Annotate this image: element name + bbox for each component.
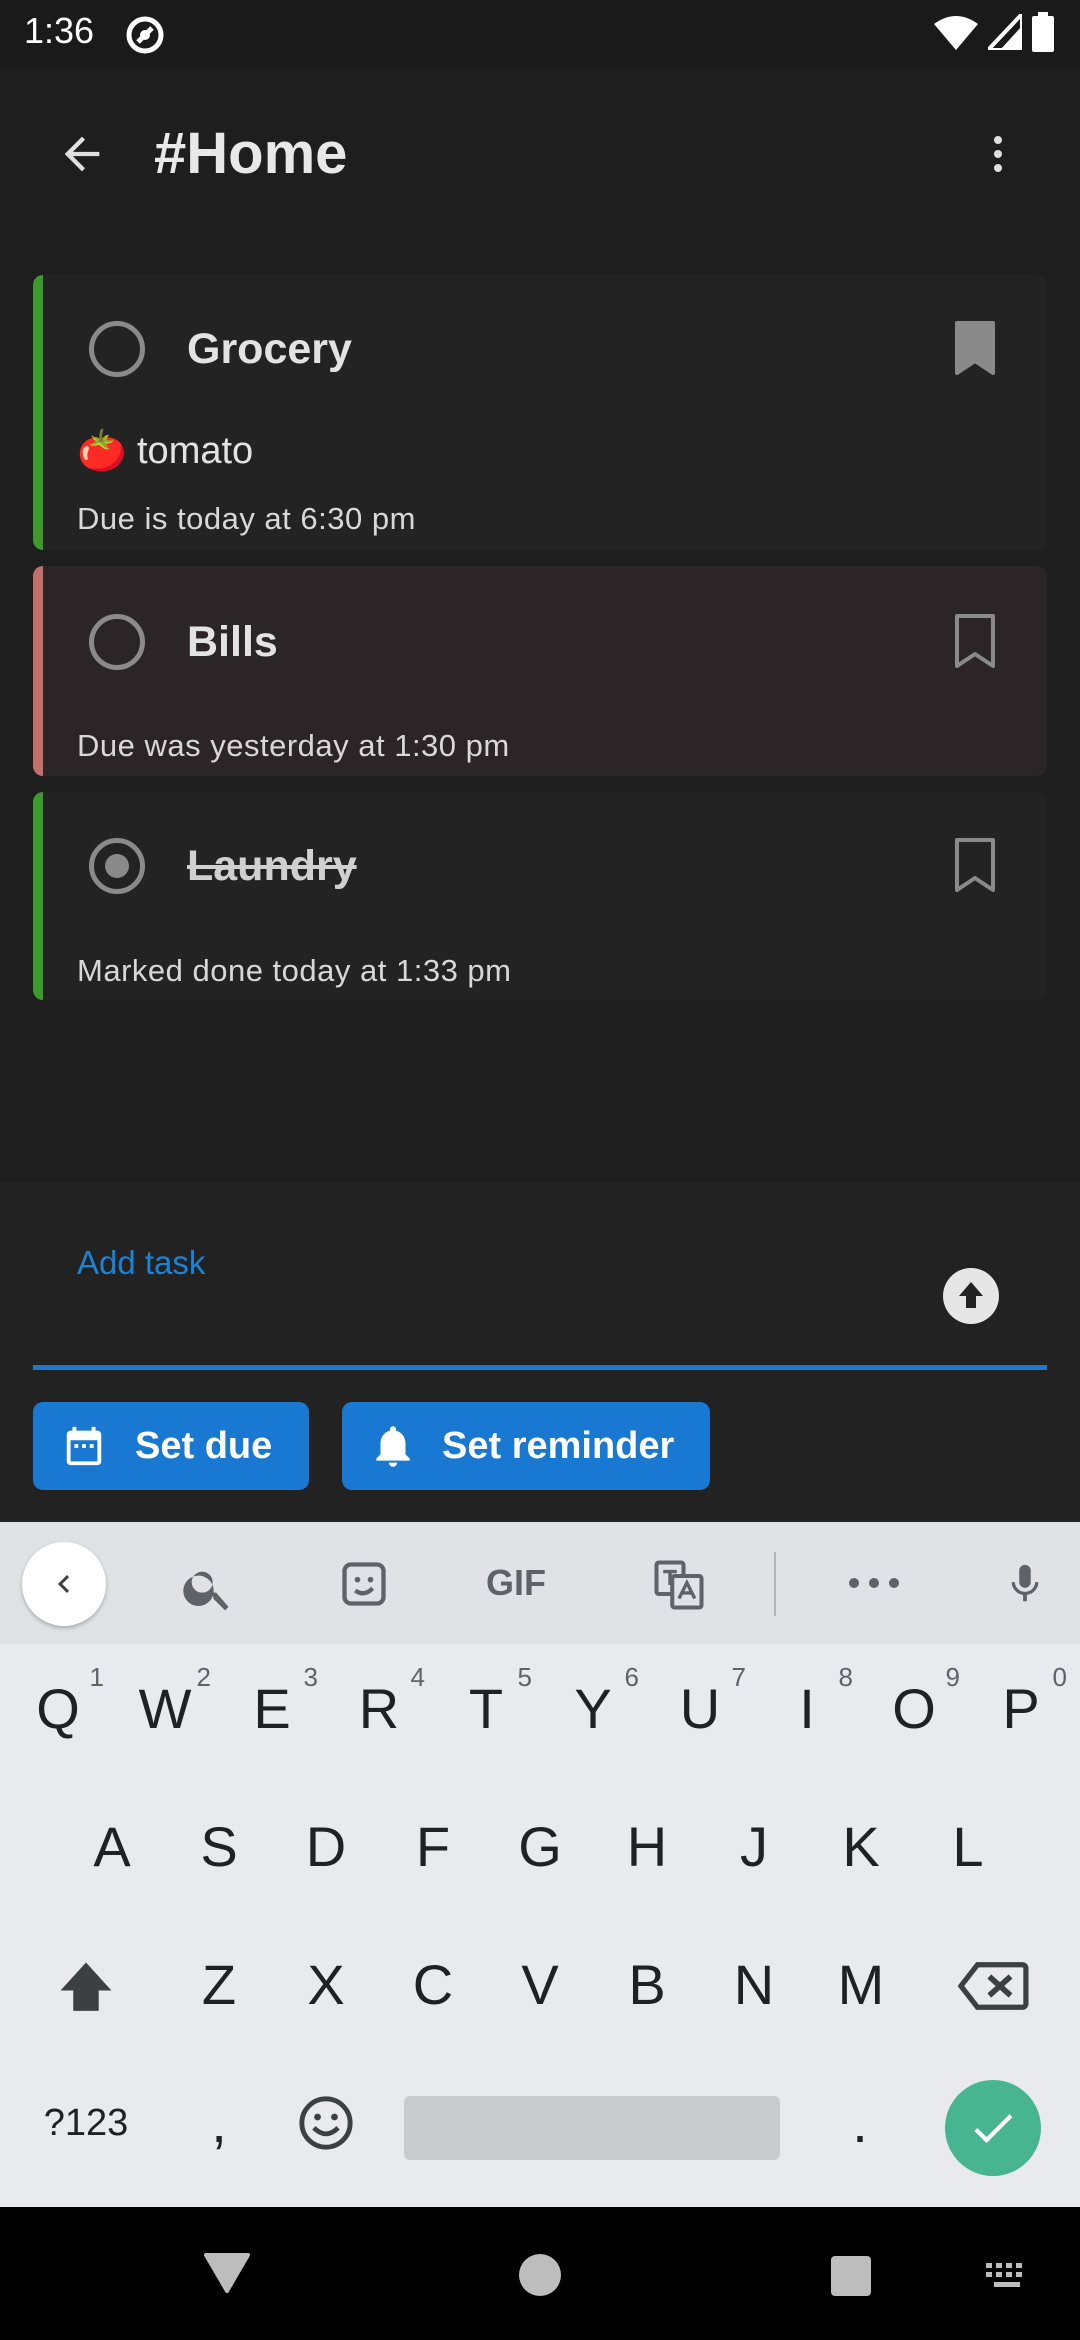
key-g[interactable]: G <box>490 1792 590 1902</box>
task-accent-bar <box>33 275 43 550</box>
key-t[interactable]: T5 <box>436 1654 536 1764</box>
key-y[interactable]: Y6 <box>543 1654 643 1764</box>
task-title: Bills <box>187 618 278 666</box>
emoji-key[interactable] <box>276 2068 376 2178</box>
bookmark-filled-icon[interactable] <box>953 321 997 375</box>
set-due-button[interactable]: Set due <box>33 1402 309 1490</box>
task-due-text: Due was yesterday at 1:30 pm <box>77 728 510 763</box>
symbols-key[interactable]: ?123 <box>28 2068 144 2178</box>
key-a[interactable]: A <box>62 1792 162 1902</box>
task-card-bills[interactable]: Bills Due was yesterday at 1:30 pm <box>33 566 1047 776</box>
task-due-text: Due is today at 6:30 pm <box>77 501 416 536</box>
more-options-icon[interactable] <box>974 130 1022 178</box>
key-c[interactable]: C <box>383 1930 483 2040</box>
key-m[interactable]: M <box>811 1930 911 2040</box>
comma-key[interactable]: , <box>169 2068 269 2178</box>
backspace-icon <box>957 1962 1029 2010</box>
backspace-key[interactable] <box>944 1930 1044 2040</box>
task-title: Laundry <box>187 842 357 890</box>
battery-icon <box>1032 12 1054 52</box>
more-dots-icon[interactable] <box>846 1568 902 1598</box>
task-card-laundry[interactable]: Laundry Marked done today at 1:33 pm <box>33 792 1047 1000</box>
soft-keyboard: GIF Q1 W2 E3 R4 T5 Y6 U7 I8 O9 P0 A S D … <box>0 1522 1080 2207</box>
key-h[interactable]: H <box>597 1792 697 1902</box>
nav-back-icon[interactable] <box>202 2251 252 2295</box>
nav-recents-icon[interactable] <box>830 2255 872 2297</box>
set-reminder-label: Set reminder <box>442 1424 675 1467</box>
wifi-icon <box>934 16 978 50</box>
key-o[interactable]: O9 <box>864 1654 964 1764</box>
task-complete-checkbox[interactable] <box>89 321 145 377</box>
gif-button[interactable]: GIF <box>486 1562 546 1604</box>
key-r[interactable]: R4 <box>329 1654 429 1764</box>
set-reminder-button[interactable]: Set reminder <box>342 1402 710 1490</box>
nav-home-icon[interactable] <box>518 2253 562 2297</box>
checked-dot-icon <box>105 854 129 878</box>
task-complete-checkbox[interactable] <box>89 614 145 670</box>
key-d[interactable]: D <box>276 1792 376 1902</box>
key-e[interactable]: E3 <box>222 1654 322 1764</box>
emoji-smile-icon <box>299 2096 353 2150</box>
key-j[interactable]: J <box>704 1792 804 1902</box>
add-task-placeholder: Add task <box>77 1244 206 1281</box>
submit-upload-icon[interactable] <box>941 1266 1001 1326</box>
add-task-input[interactable]: Add task <box>33 1182 1047 1370</box>
page-title: #Home <box>154 121 348 186</box>
search-icon[interactable] <box>180 1560 236 1616</box>
set-due-label: Set due <box>135 1424 273 1467</box>
task-accent-bar <box>33 792 43 1000</box>
bookmark-outline-icon[interactable] <box>953 614 997 668</box>
key-v[interactable]: V <box>490 1930 590 2040</box>
keyboard-toolbar: GIF <box>0 1522 1080 1644</box>
microphone-icon[interactable] <box>1002 1556 1048 1612</box>
sticker-icon[interactable] <box>338 1558 390 1610</box>
key-l[interactable]: L <box>918 1792 1018 1902</box>
space-bar[interactable] <box>404 2096 780 2160</box>
key-b[interactable]: B <box>597 1930 697 2040</box>
task-title: Grocery <box>187 325 352 373</box>
key-i[interactable]: I8 <box>757 1654 857 1764</box>
shift-key[interactable] <box>36 1930 136 2040</box>
translate-icon[interactable] <box>652 1558 706 1612</box>
key-u[interactable]: U7 <box>650 1654 750 1764</box>
task-composer: Add task Set due Set reminder <box>0 1182 1080 1522</box>
task-accent-bar <box>33 566 43 776</box>
chevron-left-icon <box>58 1575 70 1593</box>
system-navigation-bar <box>0 2207 1080 2340</box>
task-note: tomato <box>137 430 254 472</box>
notification-app-icon <box>126 16 164 54</box>
bookmark-outline-icon[interactable] <box>953 838 997 892</box>
back-arrow-icon[interactable] <box>56 128 108 180</box>
checkmark-icon <box>974 2114 1013 2144</box>
collapse-toolbar-button[interactable] <box>22 1542 106 1626</box>
task-done-text: Marked done today at 1:33 pm <box>77 953 512 988</box>
key-w[interactable]: W2 <box>115 1654 215 1764</box>
key-f[interactable]: F <box>383 1792 483 1902</box>
toolbar-divider <box>774 1552 776 1616</box>
key-x[interactable]: X <box>276 1930 376 2040</box>
key-n[interactable]: N <box>704 1930 804 2040</box>
cellular-signal-icon <box>988 14 1022 50</box>
tomato-emoji-icon: 🍅 <box>77 429 127 473</box>
key-p[interactable]: P0 <box>971 1654 1071 1764</box>
key-q[interactable]: Q1 <box>8 1654 108 1764</box>
task-complete-checkbox[interactable] <box>89 838 145 894</box>
key-s[interactable]: S <box>169 1792 269 1902</box>
key-k[interactable]: K <box>811 1792 911 1902</box>
period-key[interactable]: . <box>810 2068 910 2178</box>
key-z[interactable]: Z <box>169 1930 269 2040</box>
keyboard-switch-icon[interactable] <box>984 2261 1030 2291</box>
calendar-icon <box>66 1426 102 1466</box>
done-key[interactable] <box>945 2080 1041 2176</box>
app-bar: #Home <box>0 66 1080 244</box>
shift-arrow-icon <box>60 1962 112 2011</box>
task-card-grocery[interactable]: Grocery 🍅 tomato Due is today at 6:30 pm <box>33 275 1047 550</box>
bell-icon <box>376 1426 410 1467</box>
status-time: 1:36 <box>24 10 95 51</box>
status-bar: 1:36 <box>0 0 1080 66</box>
